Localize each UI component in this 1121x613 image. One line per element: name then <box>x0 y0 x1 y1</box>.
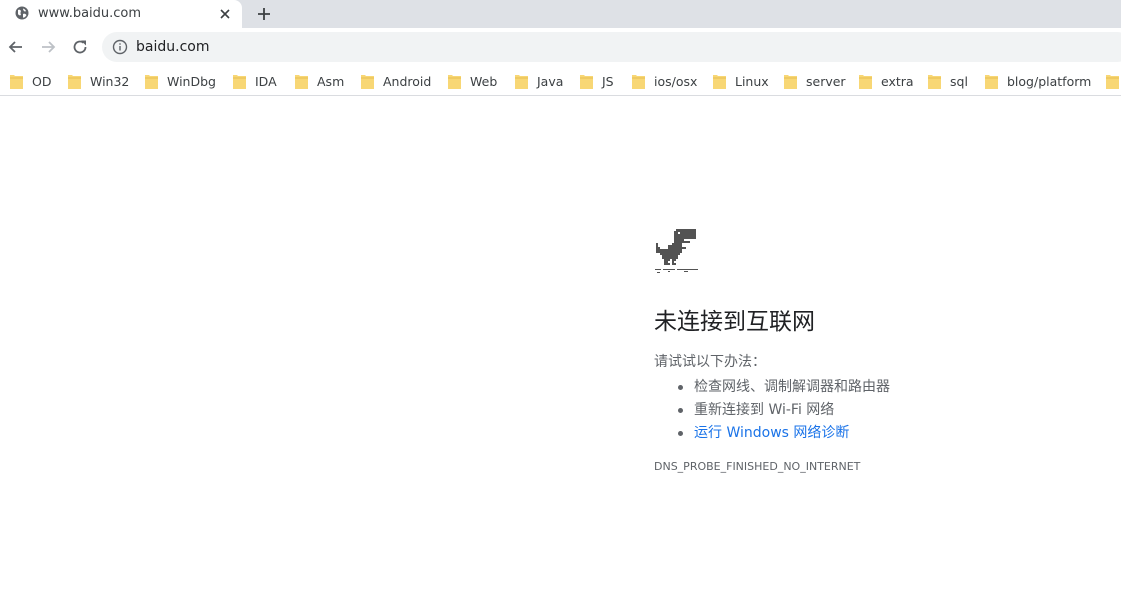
bookmark-label: extra <box>881 73 914 89</box>
run-network-diagnostics-link[interactable]: 运行 Windows 网络诊断 <box>675 422 890 445</box>
folder-icon <box>361 74 374 89</box>
globe-icon <box>15 6 29 20</box>
bullet-icon <box>678 385 683 390</box>
suggestion-text: 重新连接到 Wi-Fi 网络 <box>694 402 835 418</box>
tab-active[interactable]: www.baidu.com <box>0 0 242 28</box>
bookmark-label: Linux <box>735 73 769 89</box>
bookmark-label: IDA <box>255 73 277 89</box>
folder-icon <box>1106 74 1119 89</box>
bookmark-label: Android <box>383 73 432 89</box>
arrow-right-icon[interactable] <box>38 37 58 57</box>
arrow-left-icon[interactable] <box>6 37 26 57</box>
bookmark-folder[interactable]: Android <box>361 72 431 90</box>
bookmark-label: ios/osx <box>654 73 698 89</box>
error-code: DNS_PROBE_FINISHED_NO_INTERNET <box>654 460 861 473</box>
bookmark-label: sql <box>950 73 968 89</box>
tab-strip: www.baidu.com <box>0 0 1121 28</box>
folder-icon <box>233 74 246 89</box>
bookmark-label: WinDbg <box>167 73 216 89</box>
bookmark-label: OD <box>32 73 52 89</box>
suggestion-text: 检查网线、调制解调器和路由器 <box>694 379 890 395</box>
folder-icon <box>928 74 941 89</box>
folder-icon <box>448 74 461 89</box>
bookmark-folder[interactable]: extra <box>859 72 914 90</box>
folder-icon <box>713 74 726 89</box>
folder-icon <box>515 74 528 89</box>
folder-icon <box>632 74 645 89</box>
folder-icon <box>985 74 998 89</box>
bookmark-folder[interactable]: sql <box>928 72 968 90</box>
reload-icon[interactable] <box>70 37 90 57</box>
suggestion-item: 检查网线、调制解调器和路由器 <box>675 376 890 399</box>
bookmark-folder[interactable]: OD <box>10 72 51 90</box>
folder-icon <box>295 74 308 89</box>
suggestions-list: 检查网线、调制解调器和路由器 重新连接到 Wi-Fi 网络 运行 Windows… <box>675 376 890 445</box>
folder-icon <box>145 74 158 89</box>
folder-icon <box>68 74 81 89</box>
suggestions-heading: 请试试以下办法： <box>654 354 766 370</box>
bookmark-folder[interactable]: server <box>784 72 846 90</box>
suggestion-link-text[interactable]: 运行 Windows 网络诊断 <box>694 425 849 441</box>
url-text[interactable]: baidu.com <box>136 39 209 55</box>
bookmark-label: Web <box>470 73 498 89</box>
bookmark-folder[interactable]: IDA <box>233 72 277 90</box>
bookmark-folder[interactable]: Win32 <box>68 72 129 90</box>
bookmark-folder[interactable]: Java <box>515 72 563 90</box>
bookmark-label: Win32 <box>90 73 130 89</box>
bookmark-folder[interactable]: ios/osx <box>632 72 697 90</box>
bookmarks-bar: OD Win32 WinDbg IDA Asm Android Web Java… <box>0 66 1121 96</box>
folder-icon <box>859 74 872 89</box>
bookmark-label: blog/platform <box>1007 73 1092 89</box>
bookmark-label: server <box>806 73 846 89</box>
bookmark-folder[interactable]: Linux <box>713 72 769 90</box>
info-icon[interactable] <box>112 39 128 55</box>
bookmark-folder[interactable]: JS <box>580 72 614 90</box>
folder-icon <box>10 74 23 89</box>
tab-title: www.baidu.com <box>38 6 142 21</box>
folder-icon <box>784 74 797 89</box>
bookmark-folder[interactable]: Web <box>448 72 497 90</box>
plus-icon[interactable] <box>255 5 273 23</box>
bookmark-folder[interactable]: blog/platform <box>985 72 1091 90</box>
suggestion-item: 重新连接到 Wi-Fi 网络 <box>675 399 890 422</box>
omnibox[interactable]: baidu.com <box>102 32 1121 62</box>
bookmark-folder-overflow[interactable] <box>1106 72 1121 90</box>
bullet-icon <box>678 431 683 436</box>
bookmark-label: JS <box>602 73 614 89</box>
bullet-icon <box>678 408 683 413</box>
bookmark-folder[interactable]: WinDbg <box>145 72 216 90</box>
folder-icon <box>580 74 593 89</box>
toolbar: baidu.com <box>0 28 1121 66</box>
dinosaur-icon <box>655 229 698 273</box>
bookmark-folder[interactable]: Asm <box>295 72 344 90</box>
bookmark-label: Java <box>537 73 564 89</box>
close-icon[interactable] <box>217 6 233 22</box>
error-title: 未连接到互联网 <box>654 309 815 335</box>
bookmark-label: Asm <box>317 73 345 89</box>
